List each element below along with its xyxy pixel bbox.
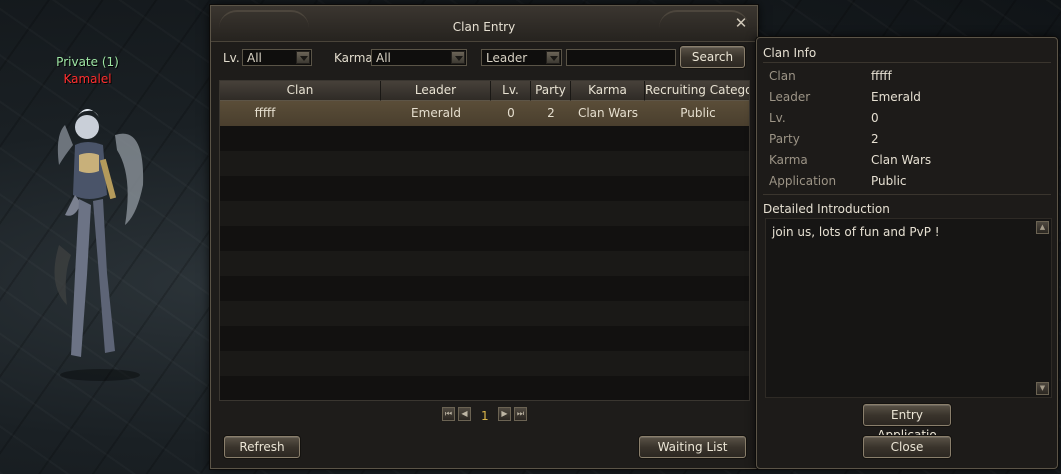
column-header-karma[interactable]: Karma [571, 81, 645, 101]
search-type-select[interactable]: Leader [481, 49, 562, 66]
level-filter-value: All [247, 51, 262, 65]
level-filter-select[interactable]: All [242, 49, 312, 66]
cell-clan: fffff [254, 106, 276, 120]
pagination: ⏮ ◀ 1 ▶ ⏭ [442, 407, 532, 423]
clan-info-panel: Clan Info Clan fffff Leader Emerald Lv. … [756, 37, 1058, 469]
cell-karma: Clan Wars [577, 106, 639, 120]
window-title: Clan Entry [452, 20, 516, 34]
empty-row [220, 351, 749, 376]
scroll-down-icon[interactable]: ▼ [1036, 382, 1049, 395]
chevron-down-icon[interactable] [451, 51, 465, 64]
player-character[interactable] [45, 95, 155, 385]
empty-row [220, 376, 749, 400]
chevron-down-icon[interactable] [546, 51, 560, 64]
info-key: Application [769, 174, 837, 188]
table-header: Clan Leader Lv. Party Karma Recruiting C… [220, 81, 749, 101]
close-icon[interactable]: ✕ [733, 15, 749, 31]
first-page-icon[interactable]: ⏮ [442, 407, 455, 421]
empty-row [220, 151, 749, 176]
search-button[interactable]: Search [680, 46, 745, 68]
waiting-list-button[interactable]: Waiting List [639, 436, 746, 458]
karma-filter-label: Karma [334, 51, 373, 65]
info-key: Karma [769, 153, 808, 167]
empty-row [220, 201, 749, 226]
cell-leader: Emerald [411, 106, 461, 120]
empty-row [220, 301, 749, 326]
column-header-party[interactable]: Party [531, 81, 571, 101]
character-name: Kamalel [63, 72, 112, 86]
search-type-value: Leader [486, 51, 528, 65]
scroll-up-icon[interactable]: ▲ [1036, 221, 1049, 234]
refresh-button[interactable]: Refresh [224, 436, 300, 458]
info-row-level: Lv. 0 [769, 111, 1049, 131]
empty-row [220, 126, 749, 151]
info-row-clan: Clan fffff [769, 69, 1049, 89]
cell-party: 2 [547, 106, 555, 120]
empty-row [220, 226, 749, 251]
karma-filter-select[interactable]: All [371, 49, 467, 66]
empty-row [220, 276, 749, 301]
info-row-application: Application Public [769, 174, 1049, 194]
clan-info-title: Clan Info [763, 41, 1051, 63]
prev-page-icon[interactable]: ◀ [458, 407, 471, 421]
level-filter-label: Lv. [223, 51, 240, 65]
empty-row [220, 176, 749, 201]
column-header-leader[interactable]: Leader [381, 81, 491, 101]
introduction-text: join us, lots of fun and PvP ! [772, 225, 940, 239]
empty-row [220, 326, 749, 351]
info-key: Lv. [769, 111, 786, 125]
cell-level: 0 [507, 106, 515, 120]
column-header-recruiting-category[interactable]: Recruiting Category [645, 81, 749, 101]
info-key: Party [769, 132, 800, 146]
info-value: Public [871, 174, 907, 188]
close-button[interactable]: Close [863, 436, 951, 458]
character-title: Private (1) [56, 55, 119, 69]
info-row-karma: Karma Clan Wars [769, 153, 1049, 173]
search-input[interactable] [566, 49, 676, 66]
entry-application-button[interactable]: Entry Applicatio [863, 404, 951, 442]
clan-entry-window: Clan Entry ✕ Lv. All Karma All Leader Se… [210, 5, 758, 469]
info-value: Emerald [871, 90, 921, 104]
info-row-leader: Leader Emerald [769, 90, 1049, 110]
column-header-clan[interactable]: Clan [220, 81, 381, 101]
info-value: 0 [871, 111, 879, 125]
column-header-level[interactable]: Lv. [491, 81, 531, 101]
next-page-icon[interactable]: ▶ [498, 407, 511, 421]
cell-category: Public [680, 106, 716, 120]
detailed-introduction-title: Detailed Introduction [763, 194, 1051, 216]
info-value: Clan Wars [871, 153, 932, 167]
info-row-party: Party 2 [769, 132, 1049, 152]
info-value: fffff [871, 69, 892, 83]
clan-table: Clan Leader Lv. Party Karma Recruiting C… [219, 80, 750, 401]
page-number: 1 [481, 409, 489, 423]
table-body: fffff Emerald 0 2 Clan Wars Public [220, 101, 749, 400]
info-key: Leader [769, 90, 811, 104]
introduction-textbox[interactable]: join us, lots of fun and PvP ! ▲ ▼ [765, 218, 1052, 398]
chevron-down-icon[interactable] [296, 51, 310, 64]
empty-row [220, 251, 749, 276]
info-value: 2 [871, 132, 879, 146]
window-header[interactable]: Clan Entry ✕ [211, 6, 757, 42]
karma-filter-value: All [376, 51, 391, 65]
table-row[interactable]: fffff Emerald 0 2 Clan Wars Public [220, 101, 749, 126]
info-key: Clan [769, 69, 796, 83]
last-page-icon[interactable]: ⏭ [514, 407, 527, 421]
